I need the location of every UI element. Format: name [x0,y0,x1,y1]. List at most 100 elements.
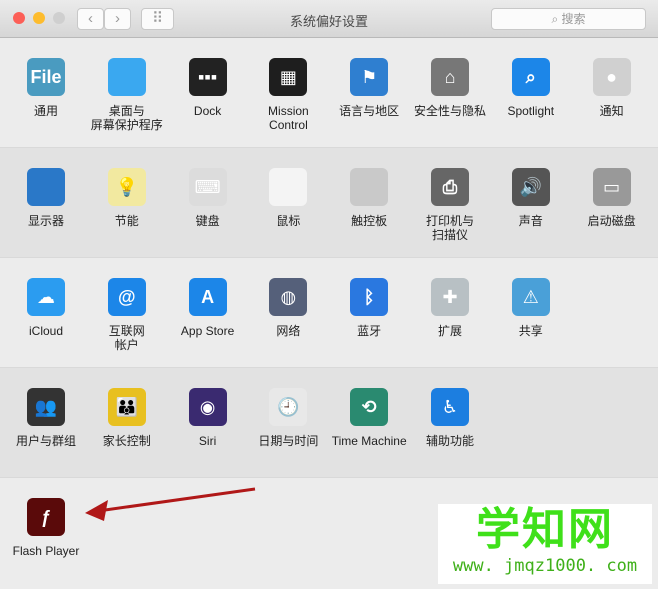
bluetooth-icon: ᛒ [350,278,389,316]
pane-time-machine[interactable]: ⟲ Time Machine [329,388,409,448]
time-machine-icon: ⟲ [350,388,389,426]
startup-disk-icon: ▭ [592,168,631,206]
pane-label: 通用 [33,104,58,118]
search-icon: ⌕ [551,12,562,26]
accessibility-icon: ♿ [431,388,469,426]
pane-row: 显示器 💡 节能 ⌨ 键盘 鼠标 触控板 ⎙ 打印机与 扫描仪 🔊 声音 ▭ 启动磁盘 [0,148,658,258]
pane-label: Dock [193,104,222,118]
pane-icloud[interactable]: ☁ iCloud [6,278,86,338]
pane-label: 用户与群组 [15,434,76,448]
security-privacy-icon: ⌂ [431,58,469,96]
pane-general[interactable]: File 通用 [6,58,86,118]
spotlight-icon: ⌕ [511,58,550,96]
extensions-icon: ✚ [431,278,469,316]
pane-energy-saver[interactable]: 💡 节能 [87,168,167,228]
pane-label: Time Machine [331,434,407,448]
pane-label: 共享 [518,324,543,338]
pane-label: 家长控制 [102,434,151,448]
red-arrow-annotation [85,487,256,521]
pane-row: 👥 用户与群组 👪 家长控制 ◉ Siri 🕘 日期与时间 ⟲ Time Machine ♿ 辅助功能 [0,368,658,478]
dock-icon: ▪▪▪ [188,58,227,96]
pane-app-store[interactable]: A App Store [168,278,248,338]
mission-control-icon: ▦ [269,58,308,96]
watermark: 学知网 www. jmqz1000. com [438,504,652,584]
pane-label: 桌面与 屏幕保护程序 [90,104,163,132]
pane-spotlight[interactable]: ⌕ Spotlight [491,58,571,118]
pane-keyboard[interactable]: ⌨ 键盘 [168,168,248,228]
flash-player-icon: ƒ [27,498,65,536]
users-groups-icon: 👥 [27,388,65,426]
pane-label: Mission Control [268,104,309,132]
printer-scanner-icon: ⎙ [431,168,469,206]
sound-icon: 🔊 [511,168,550,206]
trackpad-icon [350,168,389,206]
pane-sound[interactable]: 🔊 声音 [491,168,571,228]
pane-label: 触控板 [351,214,388,228]
pane-trackpad[interactable]: 触控板 [329,168,409,228]
pane-label: 蓝牙 [357,324,382,338]
pane-label: 键盘 [195,214,220,228]
pane-label: 显示器 [27,214,64,228]
pane-label: 扩展 [437,324,462,338]
pane-label: 打印机与 扫描仪 [425,214,474,242]
notifications-icon: ● [592,58,631,96]
pane-accessibility[interactable]: ♿ 辅助功能 [410,388,490,448]
internet-accounts-icon: @ [107,278,146,316]
pane-startup-disk[interactable]: ▭ 启动磁盘 [572,168,652,228]
pane-label: 安全性与隐私 [413,104,486,118]
pane-displays[interactable]: 显示器 [6,168,86,228]
pane-sharing[interactable]: ⚠ 共享 [491,278,571,338]
mouse-icon [269,168,308,206]
pane-label: 声音 [518,214,543,228]
language-region-icon: ⚑ [350,58,389,96]
pane-row: ☁ iCloud @ 互联网 帐户 A App Store ◍ 网络 ᛒ 蓝牙 ✚ 扩展 ⚠ 共享 [0,258,658,368]
app-store-icon: A [188,278,227,316]
pane-label: 鼠标 [276,214,301,228]
pane-date-time[interactable]: 🕘 日期与时间 [248,388,328,448]
network-icon: ◍ [269,278,308,316]
sharing-icon: ⚠ [511,278,550,316]
pane-label: Siri [198,434,217,448]
pane-label: 语言与地区 [339,104,400,118]
pane-label: 辅助功能 [425,434,474,448]
pane-label: Spotlight [507,104,555,118]
pane-mission-control[interactable]: ▦ Mission Control [248,58,328,132]
pane-label: 通知 [599,104,624,118]
pane-parental-controls[interactable]: 👪 家长控制 [87,388,167,448]
pane-notifications[interactable]: ● 通知 [572,58,652,118]
pane-bluetooth[interactable]: ᛒ 蓝牙 [329,278,409,338]
icloud-icon: ☁ [27,278,65,316]
pane-label: Flash Player [12,544,80,558]
keyboard-icon: ⌨ [188,168,227,206]
watermark-url: www. jmqz1000. com [452,556,638,576]
pane-printer-scanner[interactable]: ⎙ 打印机与 扫描仪 [410,168,490,242]
pane-label: 节能 [114,214,139,228]
pane-flash-player[interactable]: ƒ Flash Player [6,498,86,558]
pane-internet-accounts[interactable]: @ 互联网 帐户 [87,278,167,352]
pane-siri[interactable]: ◉ Siri [168,388,248,448]
energy-saver-icon: 💡 [107,168,146,206]
pane-extensions[interactable]: ✚ 扩展 [410,278,490,338]
watermark-title: 学知网 [476,505,614,554]
pane-label: 互联网 帐户 [108,324,145,352]
pane-desktop-screensaver[interactable]: 桌面与 屏幕保护程序 [87,58,167,132]
pane-label: 启动磁盘 [587,214,636,228]
pane-label: 日期与时间 [258,434,319,448]
title-bar: ‹ › ⠿ 系统偏好设置 ⌕ 搜索 [0,0,658,38]
pane-network[interactable]: ◍ 网络 [248,278,328,338]
pane-language-region[interactable]: ⚑ 语言与地区 [329,58,409,118]
parental-controls-icon: 👪 [107,388,146,426]
date-time-icon: 🕘 [269,388,308,426]
pane-mouse[interactable]: 鼠标 [248,168,328,228]
general-icon: File [27,58,65,96]
pane-label: App Store [180,324,235,338]
pane-label: 网络 [276,324,301,338]
pane-security-privacy[interactable]: ⌂ 安全性与隐私 [410,58,490,118]
pane-label: iCloud [28,324,64,338]
pane-dock[interactable]: ▪▪▪ Dock [168,58,248,118]
siri-icon: ◉ [188,388,227,426]
displays-icon [27,168,65,206]
search-input[interactable]: ⌕ 搜索 [491,8,646,30]
pane-users-groups[interactable]: 👥 用户与群组 [6,388,86,448]
desktop-screensaver-icon [107,58,146,96]
